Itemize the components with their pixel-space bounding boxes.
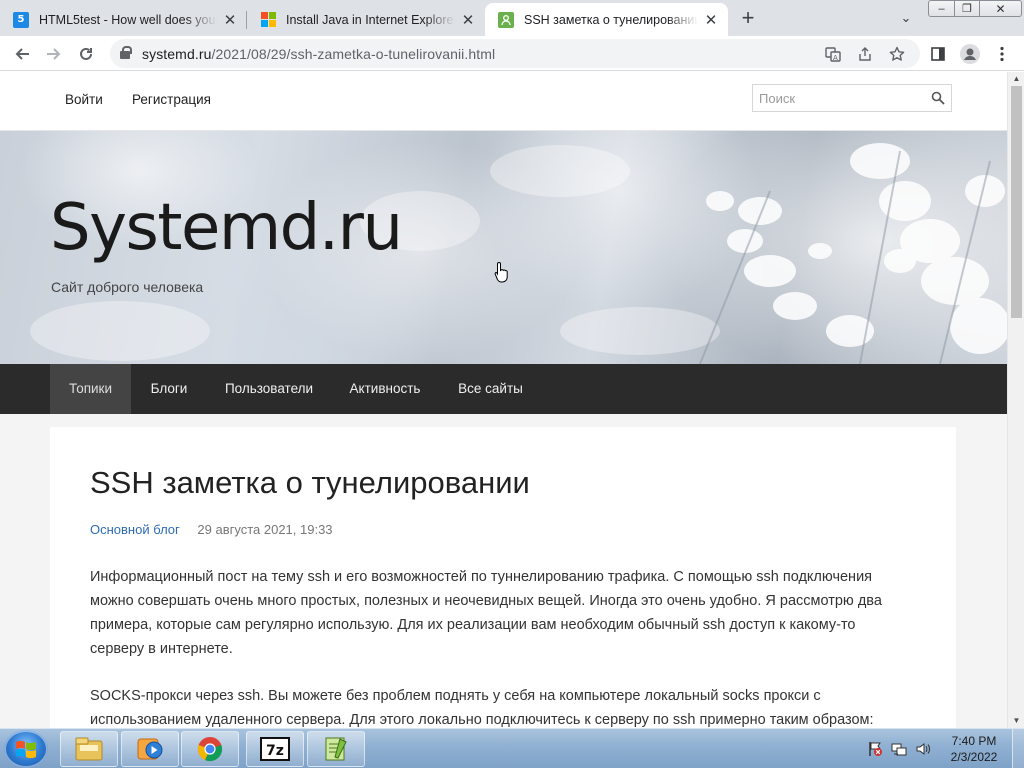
share-icon[interactable] [854, 43, 876, 65]
forward-arrow-icon [47, 48, 61, 60]
tab-title: HTML5test - How well does your browser s… [39, 12, 217, 27]
article-paragraph: SOCKS-прокси через ssh. Вы можете без пр… [90, 688, 874, 728]
reload-icon [80, 47, 92, 60]
taskbar-media-player[interactable] [121, 731, 179, 767]
forward-button[interactable] [40, 40, 68, 68]
side-panel-button[interactable] [924, 40, 952, 68]
article-meta: Основной блог 29 августа 2021, 19:33 [90, 522, 333, 537]
url-text: systemd.ru/2021/08/29/ssh-zametka-o-tune… [142, 46, 496, 62]
tab-title: Install Java in Internet Explorer [286, 12, 455, 27]
scroll-up-icon[interactable]: ▲ [1008, 72, 1024, 86]
site-title[interactable]: Systemd.ru [50, 191, 403, 265]
minimize-button[interactable]: – [928, 0, 955, 17]
new-tab-button[interactable]: + [736, 5, 760, 30]
tab-ssh-note[interactable]: SSH заметка о тунелировании / Основной б… [485, 3, 728, 36]
tab-title: SSH заметка о тунелировании / Основной б… [524, 12, 698, 27]
taskbar-notepadpp[interactable] [307, 731, 365, 767]
windows-logo-icon [16, 740, 36, 759]
bookmark-star-icon[interactable] [886, 43, 908, 65]
side-panel-icon [931, 47, 945, 61]
network-icon[interactable] [891, 741, 907, 757]
tab-strip: 5 HTML5test - How well does your browser… [0, 0, 1024, 36]
nav-all-sites[interactable]: Все сайты [439, 364, 542, 414]
tab-close-icon[interactable]: ✕ [221, 11, 239, 29]
volume-icon[interactable] [915, 741, 931, 757]
windows-taskbar: 7z 7:40 PM 2/3/2022 [0, 728, 1024, 768]
tab-close-icon[interactable]: ✕ [459, 11, 477, 29]
web-page: Войти Регистрация Поиск Systemd.ru Сайт … [0, 72, 1007, 728]
close-window-button[interactable]: ✕ [979, 0, 1022, 17]
browser-toolbar: systemd.ru/2021/08/29/ssh-zametka-o-tune… [0, 36, 1024, 71]
maximize-button[interactable]: ❐ [954, 0, 980, 17]
svg-text:7z: 7z [266, 743, 284, 759]
taskbar-7zip[interactable]: 7z [246, 731, 304, 767]
back-arrow-icon [15, 48, 29, 60]
blog-link[interactable]: Основной блог [90, 522, 180, 537]
article-title: SSH заметка о тунелировании [90, 465, 530, 500]
tab-install-java[interactable]: Install Java in Internet Explorer ✕ [247, 3, 485, 36]
clock-time: 7:40 PM [951, 734, 997, 748]
taskbar-explorer[interactable] [60, 731, 118, 767]
taskbar-chrome[interactable] [181, 731, 239, 767]
nav-topics[interactable]: Топики [50, 364, 131, 414]
nav-blogs[interactable]: Блоги [131, 364, 207, 414]
scroll-down-icon[interactable]: ▼ [1008, 714, 1024, 728]
site-favicon-icon [498, 11, 514, 28]
address-bar[interactable]: systemd.ru/2021/08/29/ssh-zametka-o-tune… [110, 39, 920, 68]
notepadpp-icon [325, 737, 347, 761]
search-icon[interactable] [931, 91, 945, 105]
system-clock[interactable]: 7:40 PM 2/3/2022 [944, 733, 1004, 765]
lock-icon [120, 46, 132, 59]
site-subtitle: Сайт доброго человека [51, 279, 204, 295]
profile-button[interactable] [956, 40, 984, 68]
site-topbar: Войти Регистрация [0, 72, 1007, 131]
nav-activity[interactable]: Активность [331, 364, 439, 414]
html5-icon: 5 [13, 11, 29, 28]
hand-cursor-icon [494, 261, 508, 283]
tab-close-icon[interactable]: ✕ [702, 11, 720, 29]
chrome-icon [197, 737, 223, 762]
profile-avatar-icon [960, 44, 980, 64]
article-date: 29 августа 2021, 19:33 [197, 522, 333, 537]
menu-button[interactable] [988, 40, 1016, 68]
article: SSH заметка о тунелировании Основной бло… [50, 427, 956, 728]
search-input[interactable] [753, 85, 925, 111]
back-button[interactable] [8, 40, 36, 68]
article-paragraph: Информационный пост на тему ssh и его во… [90, 569, 882, 657]
site-search [752, 84, 952, 112]
start-button[interactable] [4, 730, 48, 768]
action-center-flag-icon[interactable] [867, 741, 883, 757]
register-link[interactable]: Регистрация [132, 92, 211, 107]
tab-search-chevron-icon[interactable]: ⌄ [896, 8, 916, 28]
scroll-thumb[interactable] [1011, 86, 1022, 318]
tab-html5test[interactable]: 5 HTML5test - How well does your browser… [0, 3, 247, 36]
reload-button[interactable] [72, 40, 100, 68]
microsoft-icon [260, 11, 276, 28]
show-desktop-button[interactable] [1012, 729, 1024, 768]
site-header-banner: Systemd.ru Сайт доброго человека [0, 131, 1007, 364]
7zip-icon: 7z [260, 737, 290, 761]
explorer-icon [75, 737, 103, 761]
clock-date: 2/3/2022 [950, 750, 998, 764]
main-nav: Топики Блоги Пользователи Активность Все… [0, 364, 1007, 414]
vertical-scrollbar[interactable]: ▲ ▼ [1007, 72, 1024, 728]
media-player-icon [137, 738, 163, 760]
svg-text:A: A [833, 54, 838, 62]
nav-users[interactable]: Пользователи [207, 364, 331, 414]
login-link[interactable]: Войти [65, 92, 103, 107]
translate-icon[interactable]: A [822, 43, 844, 65]
kebab-menu-icon [1000, 46, 1004, 62]
